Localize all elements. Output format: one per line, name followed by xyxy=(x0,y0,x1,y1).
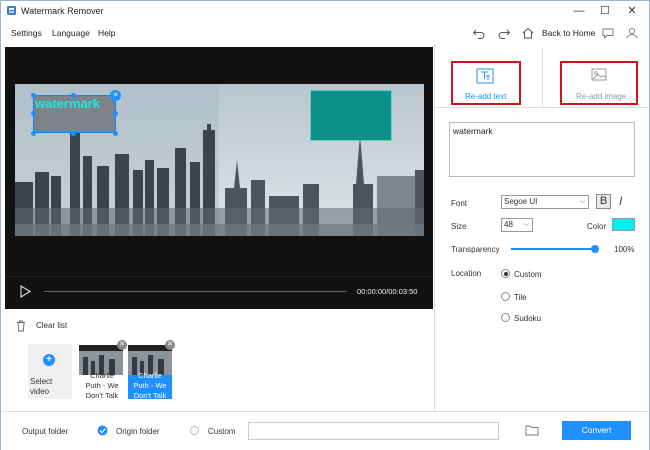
custom-folder-radio[interactable] xyxy=(190,426,199,435)
custom-folder-path-input[interactable] xyxy=(248,422,499,440)
home-icon[interactable] xyxy=(521,26,535,40)
remove-thumbnail-icon[interactable]: ✕ xyxy=(117,340,127,350)
color-swatch[interactable] xyxy=(612,218,635,231)
menu-settings[interactable]: Settings xyxy=(11,28,42,38)
transparency-label: Transparency xyxy=(451,245,500,254)
resize-handle[interactable] xyxy=(113,111,118,116)
tab-underline xyxy=(435,107,649,108)
location-label: Location xyxy=(451,269,482,278)
app-logo-icon xyxy=(7,6,16,15)
time-readout: 00:00:00/00:03:50 xyxy=(357,287,418,296)
watermark-text-input[interactable]: watermark xyxy=(449,122,635,177)
watermark-text-value: watermark xyxy=(453,126,493,136)
image-watermark-overlay[interactable] xyxy=(310,90,392,141)
select-video-label: Select video xyxy=(30,377,53,396)
trash-icon[interactable] xyxy=(16,320,26,332)
location-radio-tile[interactable] xyxy=(501,292,510,301)
size-select-value: 48 xyxy=(504,220,513,229)
folder-icon[interactable] xyxy=(525,424,539,436)
remove-thumbnail-icon[interactable]: ✕ xyxy=(165,340,175,350)
location-option-tile: Tile xyxy=(514,293,527,302)
play-icon[interactable] xyxy=(19,285,32,298)
resize-handle[interactable] xyxy=(71,131,76,136)
back-to-home-link[interactable]: Back to Home xyxy=(542,28,595,38)
video-thumbnail-selected[interactable]: Charlie Puth - We Don't Talk xyxy=(128,345,172,399)
output-folder-label: Output folder xyxy=(22,427,69,436)
window-title: Watermark Remover xyxy=(21,6,104,16)
image-icon xyxy=(591,68,607,81)
add-icon: + xyxy=(43,354,55,366)
transparency-handle[interactable] xyxy=(591,245,599,253)
text-icon xyxy=(476,68,494,84)
watermark-text: watermark xyxy=(35,96,101,111)
feedback-icon[interactable] xyxy=(601,26,615,40)
custom-folder-label: Custom xyxy=(208,427,236,436)
size-select[interactable]: 48 ⌵ xyxy=(501,218,533,232)
resize-handle[interactable] xyxy=(113,131,118,136)
font-select-value: Segoe UI xyxy=(504,197,538,206)
app-window: Watermark Remover — ☐ ✕ Settings Languag… xyxy=(0,0,650,450)
color-label: Color xyxy=(587,222,607,231)
thumbnail-caption: Charlie Puth - We Don't Talk xyxy=(133,371,167,399)
tab-readd-text-label: Re-add text xyxy=(465,92,507,101)
transparency-slider[interactable] xyxy=(511,245,599,253)
remove-overlay-icon[interactable]: ✕ xyxy=(110,90,121,101)
minimize-button[interactable]: — xyxy=(571,3,587,19)
thumbnail-caption: Charlie Puth - We Don't Talk xyxy=(85,371,119,399)
chevron-down-icon: ⌵ xyxy=(523,221,529,228)
resize-handle[interactable] xyxy=(31,93,36,98)
title-bar: Watermark Remover — ☐ ✕ xyxy=(1,1,649,21)
chevron-down-icon: ⌵ xyxy=(579,198,585,205)
convert-button[interactable]: Convert xyxy=(562,421,631,440)
user-icon[interactable] xyxy=(625,26,639,40)
font-select[interactable]: Segoe UI ⌵ xyxy=(501,195,589,209)
origin-folder-label: Origin folder xyxy=(116,427,160,436)
resize-handle[interactable] xyxy=(71,93,76,98)
size-label: Size xyxy=(451,222,467,231)
close-window-button[interactable]: ✕ xyxy=(624,3,640,19)
tab-divider xyxy=(542,47,543,107)
progress-track[interactable] xyxy=(44,291,347,292)
font-label: Font xyxy=(451,199,468,208)
bold-toggle[interactable]: B xyxy=(596,194,611,209)
menu-bar: Settings Language Help Back to Home xyxy=(1,23,649,43)
location-radio-custom[interactable] xyxy=(501,269,510,278)
maximize-button[interactable]: ☐ xyxy=(597,3,613,19)
transparency-fill xyxy=(511,248,595,250)
location-radio-sudoku[interactable] xyxy=(501,313,510,322)
video-thumbnail[interactable]: Charlie Puth - We Don't Talk xyxy=(79,345,123,399)
clear-list-button[interactable]: Clear list xyxy=(36,321,67,330)
origin-folder-radio[interactable] xyxy=(97,425,108,436)
location-option-custom: Custom xyxy=(514,270,542,279)
redo-icon[interactable] xyxy=(497,26,511,40)
location-option-sudoku: Sudoku xyxy=(514,314,542,323)
tab-readd-image-label: Re-add image xyxy=(576,92,627,101)
resize-handle[interactable] xyxy=(31,131,36,136)
undo-icon[interactable] xyxy=(472,26,486,40)
menu-help[interactable]: Help xyxy=(98,28,115,38)
transparency-value: 100% xyxy=(614,245,635,254)
italic-toggle[interactable]: I xyxy=(619,194,622,208)
menu-language[interactable]: Language xyxy=(52,28,90,38)
resize-handle[interactable] xyxy=(31,111,36,116)
